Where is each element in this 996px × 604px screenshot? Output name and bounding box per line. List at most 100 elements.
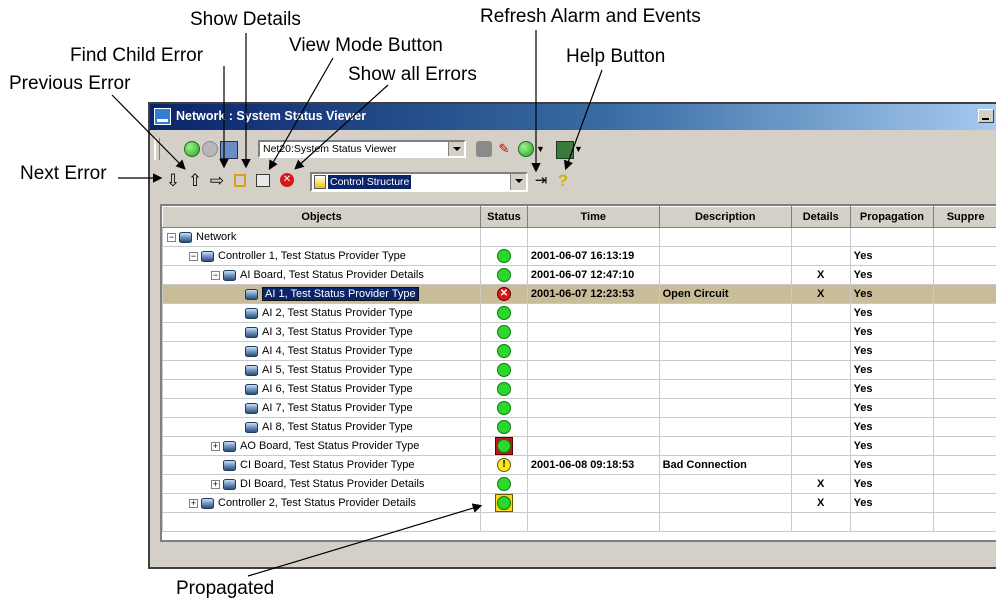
- object-cell[interactable]: AI 7, Test Status Provider Type: [162, 398, 482, 418]
- column-header-status[interactable]: Status: [480, 206, 528, 228]
- opc-icon[interactable]: [220, 141, 238, 159]
- object-label[interactable]: AI 7, Test Status Provider Type: [262, 402, 413, 414]
- column-header-description[interactable]: Description: [658, 206, 792, 228]
- title-bar[interactable]: Network : System Status Viewer: [150, 104, 996, 130]
- table-row[interactable]: AI 8, Test Status Provider Type Yes: [162, 417, 996, 437]
- status-cell: [480, 474, 528, 494]
- object-cell[interactable]: + Controller 2, Test Status Provider Deta…: [162, 493, 482, 513]
- table-row[interactable]: + Controller 2, Test Status Provider Deta…: [162, 493, 996, 513]
- table-row[interactable]: + DI Board, Test Status Provider Details X…: [162, 474, 996, 494]
- chevron-down-icon[interactable]: [510, 174, 526, 190]
- next-error-icon[interactable]: ⇩: [164, 172, 182, 190]
- object-cell[interactable]: AI 4, Test Status Provider Type: [162, 341, 482, 361]
- address-combo-text: Net20:System Status Viewer: [263, 143, 397, 155]
- find-child-error-icon[interactable]: ⇨: [208, 172, 226, 190]
- view-structure-text: Control Structure: [328, 175, 412, 189]
- object-label[interactable]: CI Board, Test Status Provider Type: [240, 459, 414, 471]
- expand-icon[interactable]: +: [211, 479, 220, 489]
- object-label[interactable]: AI 1, Test Status Provider Type: [262, 287, 419, 302]
- collapse-icon[interactable]: −: [211, 270, 220, 280]
- column-header-details[interactable]: Details: [790, 206, 851, 228]
- expand-icon[interactable]: +: [189, 498, 198, 508]
- status-cell: ✕: [480, 284, 528, 304]
- object-label[interactable]: AI 4, Test Status Provider Type: [262, 345, 413, 357]
- chevron-down-icon[interactable]: [448, 142, 464, 156]
- collapse-icon[interactable]: −: [189, 251, 198, 261]
- table-row[interactable]: AI 4, Test Status Provider Type Yes: [162, 341, 996, 361]
- object-label[interactable]: AI 8, Test Status Provider Type: [262, 421, 413, 433]
- show-all-errors-icon[interactable]: ✕: [280, 173, 294, 187]
- details-cell: [790, 436, 851, 456]
- object-cell[interactable]: − Controller 1, Test Status Provider Type: [162, 246, 482, 266]
- object-cell[interactable]: − AI Board, Test Status Provider Details: [162, 265, 482, 285]
- forward-icon[interactable]: [202, 141, 218, 157]
- object-cell[interactable]: AI 2, Test Status Provider Type: [162, 303, 482, 323]
- view-mode-icon[interactable]: [256, 174, 270, 187]
- refresh-icon[interactable]: ⇥: [532, 172, 550, 190]
- object-node-icon: [245, 307, 258, 319]
- tool-icon[interactable]: [476, 141, 492, 157]
- object-label[interactable]: AI 6, Test Status Provider Type: [262, 383, 413, 395]
- object-label[interactable]: Network: [196, 231, 236, 243]
- object-label[interactable]: DI Board, Test Status Provider Details: [240, 478, 424, 490]
- show-details-icon[interactable]: [234, 174, 246, 187]
- status-cell: [480, 322, 528, 342]
- help-icon[interactable]: ?: [554, 172, 572, 190]
- object-label[interactable]: AI Board, Test Status Provider Details: [240, 269, 424, 281]
- object-cell[interactable]: + DI Board, Test Status Provider Details: [162, 474, 482, 494]
- status-cell: [480, 341, 528, 361]
- collapse-icon[interactable]: −: [167, 232, 176, 242]
- expand-icon[interactable]: +: [211, 441, 220, 451]
- previous-error-icon[interactable]: ⇧: [186, 172, 204, 190]
- table-row[interactable]: − AI Board, Test Status Provider Details 2…: [162, 265, 996, 285]
- table-row[interactable]: AI 2, Test Status Provider Type Yes: [162, 303, 996, 323]
- navigation-toolbar: Net20:System Status Viewer ✎ ▼ ▼: [154, 138, 614, 160]
- table-row[interactable]: − Network: [162, 227, 996, 247]
- chevron-down-icon[interactable]: ▼: [536, 141, 552, 157]
- object-cell[interactable]: AI 6, Test Status Provider Type: [162, 379, 482, 399]
- address-combo[interactable]: Net20:System Status Viewer: [258, 140, 466, 158]
- chevron-down-icon[interactable]: ▼: [574, 141, 590, 157]
- details-cell: X: [790, 284, 851, 304]
- object-label[interactable]: AI 2, Test Status Provider Type: [262, 307, 413, 319]
- object-cell[interactable]: AI 3, Test Status Provider Type: [162, 322, 482, 342]
- object-node-icon: [245, 288, 258, 300]
- toolbar-grip[interactable]: [154, 138, 160, 160]
- object-cell[interactable]: AI 5, Test Status Provider Type: [162, 360, 482, 380]
- object-cell[interactable]: AI 1, Test Status Provider Type: [162, 284, 482, 304]
- suppression-cell: [933, 303, 996, 323]
- table-row[interactable]: + AO Board, Test Status Provider Type Yes: [162, 436, 996, 456]
- back-icon[interactable]: [184, 141, 200, 157]
- object-label[interactable]: AO Board, Test Status Provider Type: [240, 440, 419, 452]
- pin-icon[interactable]: ✎: [496, 141, 512, 157]
- view-structure-combo[interactable]: Control Structure: [310, 172, 528, 192]
- object-cell[interactable]: + AO Board, Test Status Provider Type: [162, 436, 482, 456]
- propagation-cell: Yes: [849, 398, 935, 418]
- table-row[interactable]: AI 5, Test Status Provider Type Yes: [162, 360, 996, 380]
- minimize-button[interactable]: [978, 109, 994, 123]
- propagation-cell: Yes: [849, 417, 935, 437]
- table-row[interactable]: AI 3, Test Status Provider Type Yes: [162, 322, 996, 342]
- object-cell[interactable]: AI 8, Test Status Provider Type: [162, 417, 482, 437]
- report-icon[interactable]: [556, 141, 574, 159]
- table-row[interactable]: AI 7, Test Status Provider Type Yes: [162, 398, 996, 418]
- description-cell: Open Circuit: [658, 284, 792, 304]
- table-row[interactable]: AI 6, Test Status Provider Type Yes: [162, 379, 996, 399]
- object-label[interactable]: AI 3, Test Status Provider Type: [262, 326, 413, 338]
- app-icon: [154, 108, 171, 125]
- column-header-propagation[interactable]: Propagation: [849, 206, 935, 228]
- object-label[interactable]: Controller 1, Test Status Provider Type: [218, 250, 406, 262]
- object-label[interactable]: AI 5, Test Status Provider Type: [262, 364, 413, 376]
- table-row[interactable]: AI 1, Test Status Provider Type ✕ 2001-06-…: [162, 284, 996, 304]
- object-cell[interactable]: − Network: [162, 227, 482, 247]
- object-label[interactable]: Controller 2, Test Status Provider Detai…: [218, 497, 416, 509]
- column-header-objects[interactable]: Objects: [162, 206, 482, 228]
- object-cell[interactable]: CI Board, Test Status Provider Type: [162, 455, 482, 475]
- table-row[interactable]: CI Board, Test Status Provider Type! 2001…: [162, 455, 996, 475]
- suppression-cell: [933, 436, 996, 456]
- column-header-time[interactable]: Time: [526, 206, 660, 228]
- refresh-tree-icon[interactable]: [518, 141, 534, 157]
- window-title: Network : System Status Viewer: [176, 109, 367, 123]
- column-header-suppression[interactable]: Suppre: [933, 206, 996, 228]
- table-row[interactable]: − Controller 1, Test Status Provider Type…: [162, 246, 996, 266]
